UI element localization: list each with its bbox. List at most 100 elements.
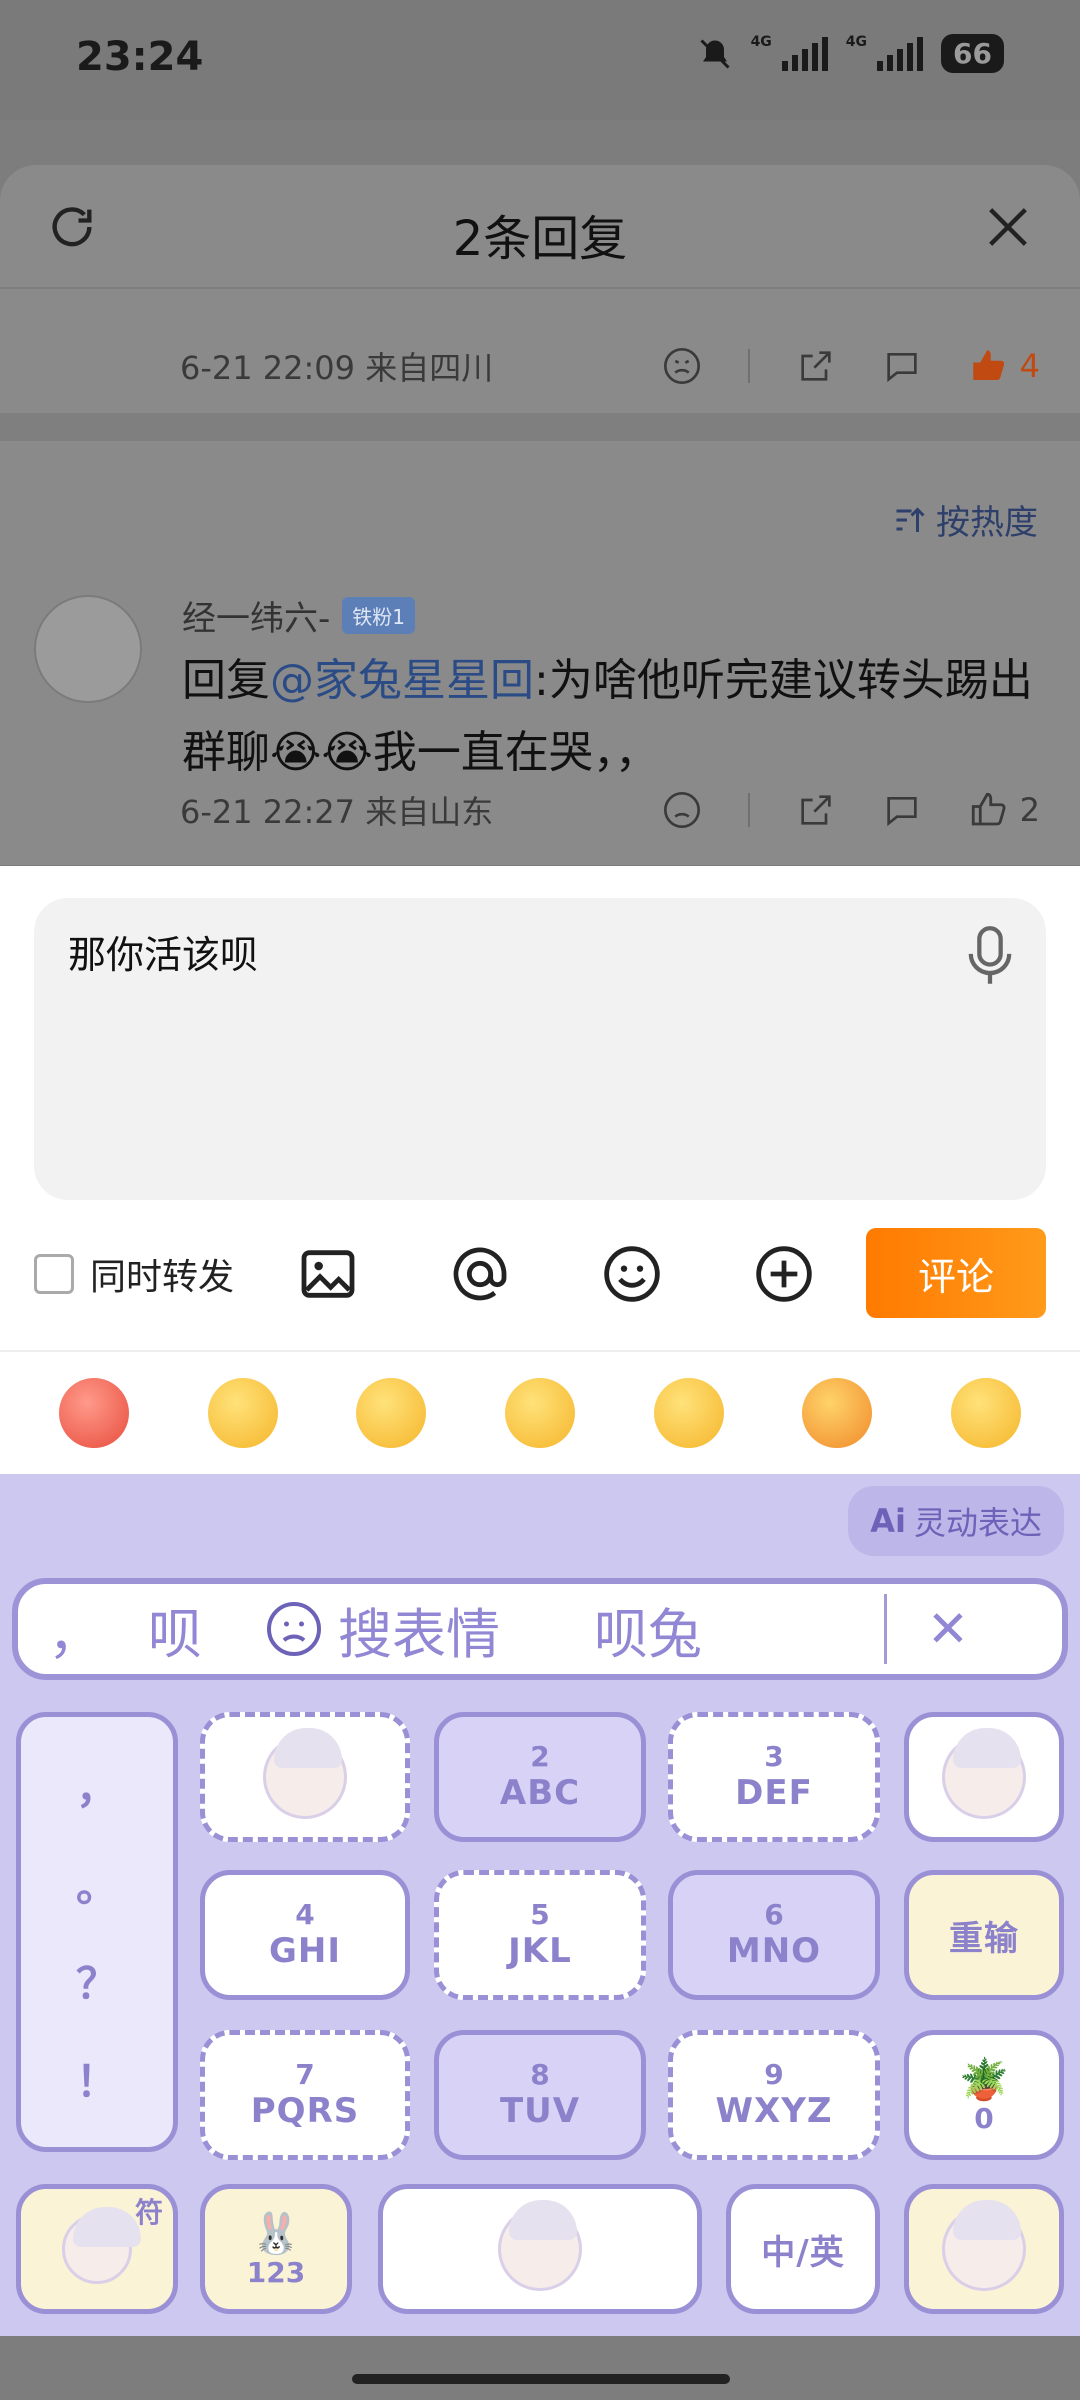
reenter-key[interactable]: 重输 — [904, 1870, 1064, 2000]
home-indicator[interactable] — [352, 2374, 730, 2384]
reply-prefix: 回复 — [182, 655, 270, 706]
comment-input[interactable]: 那你活该呗 — [34, 898, 1046, 1200]
dislike-face-icon[interactable] — [662, 346, 702, 386]
reply-body: 回复@家兔星星回:为啥他听完建议转头踢出群聊😭😭我一直在哭，， — [182, 645, 1042, 789]
sort-icon — [896, 506, 925, 532]
emoji-icon[interactable] — [600, 1242, 664, 1306]
divider — [884, 1594, 887, 1664]
fan-badge: 铁粉1 — [342, 597, 416, 634]
like-count: 4 — [1019, 347, 1040, 385]
recent-emoji-strip — [0, 1350, 1080, 1474]
avatar[interactable] — [34, 595, 142, 703]
comment-icon[interactable] — [882, 346, 922, 386]
love-emoji-icon[interactable] — [802, 1378, 873, 1448]
pleading-emoji-icon[interactable] — [356, 1378, 427, 1448]
share-icon[interactable] — [796, 790, 836, 830]
key-0[interactable]: 🪴 0 — [904, 2030, 1064, 2160]
signal-icon — [781, 36, 828, 71]
mention-link[interactable]: @家兔星星回 — [270, 655, 534, 706]
forward-label: 同时转发 — [90, 1257, 235, 1298]
sheet-header: 2条回复 — [0, 165, 1080, 289]
delete-key[interactable] — [904, 1712, 1064, 1842]
like-button[interactable]: 4 — [968, 345, 1040, 387]
candidate-bar: ， 呗 搜表情 呗兔 ✕ — [12, 1578, 1068, 1680]
candidate-item[interactable]: ， — [48, 1590, 148, 1669]
sad-face-icon — [267, 1602, 321, 1656]
language-toggle-key[interactable]: 中/英 — [726, 2184, 880, 2314]
blush-emoji-icon[interactable] — [504, 1378, 575, 1448]
punct-key[interactable]: ， — [76, 1755, 118, 1816]
close-candidates-icon[interactable]: ✕ — [927, 1600, 969, 1658]
candidate-item[interactable]: 呗 — [148, 1590, 264, 1669]
punctuation-column: ， 。 ？ ！ — [16, 1712, 178, 2152]
key-7[interactable]: 7 PQRS — [200, 2030, 410, 2160]
reply-author[interactable]: 经一纬六- 铁粉1 — [182, 591, 416, 640]
plant-pot-icon: 🪴 — [959, 2056, 1009, 2103]
grin-emoji-icon[interactable] — [207, 1378, 278, 1448]
at-mention-icon[interactable] — [448, 1242, 512, 1306]
symbol-key[interactable]: 符 — [16, 2184, 178, 2314]
candidate-item[interactable]: 呗兔 — [594, 1590, 854, 1669]
punct-key[interactable]: ！ — [76, 2048, 118, 2109]
thumbs-up-icon — [972, 350, 1004, 380]
ai-expression-button[interactable]: Ai 灵动表达 — [848, 1486, 1064, 1556]
reply-meta-text: 6-21 22:27 来自山东 — [180, 793, 494, 831]
battery-icon: 66 — [941, 34, 1004, 73]
ai-icon: Ai — [870, 1502, 906, 1540]
sheet-title: 2条回复 — [452, 211, 628, 267]
comment-composer: 那你活该呗 同时转发 评论 — [0, 866, 1080, 1350]
comment-meta: 6-21 22:09 来自四川 — [180, 349, 494, 387]
reply-meta: 6-21 22:27 来自山东 2 — [180, 787, 1040, 833]
punct-key[interactable]: ？ — [76, 1950, 118, 2011]
cat-boy-sticker-icon — [263, 1728, 347, 1819]
number-key[interactable]: 🐰 123 — [200, 2184, 352, 2314]
key-5[interactable]: 5 JKL — [434, 1870, 646, 2000]
comment-icon[interactable] — [882, 790, 922, 830]
key-9[interactable]: 9 WXYZ — [668, 2030, 880, 2160]
key-3[interactable]: 3 DEF — [668, 1712, 880, 1842]
key-6[interactable]: 6 MNO — [668, 1870, 880, 2000]
share-icon[interactable] — [796, 346, 836, 386]
search-sticker-button[interactable]: 搜表情 — [264, 1590, 594, 1669]
reply-sheet: 2条回复 6-21 22:09 来自四川 4 按热度 经一纬六- 铁粉1 回复@… — [0, 165, 1080, 865]
cat-boy-sticker-icon — [498, 2200, 582, 2291]
like-button[interactable]: 2 — [968, 789, 1040, 831]
key-2[interactable]: 2 ABC — [434, 1712, 646, 1842]
plus-icon[interactable] — [752, 1242, 816, 1306]
cat-boy-sticker-icon — [942, 2200, 1026, 2291]
see-no-evil-emoji-icon[interactable] — [950, 1378, 1021, 1448]
network-label-2: 4G — [845, 33, 868, 50]
sort-by-hot-button[interactable]: 按热度 — [892, 495, 1038, 544]
enter-key[interactable] — [904, 2184, 1064, 2314]
divider — [747, 793, 750, 827]
image-icon[interactable] — [296, 1242, 360, 1306]
microphone-icon[interactable] — [964, 924, 1016, 988]
space-key[interactable] — [378, 2184, 702, 2314]
dislike-face-icon[interactable] — [662, 790, 702, 830]
cat-boy-sticker-icon — [62, 2207, 141, 2284]
comment-input-value[interactable]: 那你活该呗 — [68, 924, 258, 979]
heart-eyes-emoji-icon[interactable] — [59, 1378, 130, 1448]
status-bar: 23:24 4G 4G 66 — [0, 0, 1080, 120]
close-icon[interactable] — [982, 201, 1034, 253]
status-icons: 4G 4G 66 — [697, 34, 1004, 73]
candidate-item: 搜表情 — [338, 1602, 500, 1666]
thumbs-up-icon — [971, 792, 1006, 826]
clock: 23:24 — [76, 34, 204, 80]
mute-bell-icon — [700, 38, 730, 69]
signal-icon-2 — [877, 36, 924, 71]
crying-emoji-icon[interactable] — [653, 1378, 724, 1448]
key-4[interactable]: 4 GHI — [200, 1870, 410, 2000]
submit-comment-button[interactable]: 评论 — [866, 1228, 1046, 1318]
section-divider — [0, 413, 1080, 441]
delete-sticker-icon — [942, 1728, 1026, 1819]
forward-checkbox[interactable] — [34, 1254, 74, 1294]
punct-key[interactable]: 。 — [76, 1853, 118, 1914]
key-1-sticker[interactable] — [200, 1712, 410, 1842]
network-label-1: 4G — [750, 33, 772, 50]
username: 经一纬六- — [182, 599, 331, 639]
key-8[interactable]: 8 TUV — [434, 2030, 646, 2160]
bunny-icon: 🐰 — [251, 2210, 301, 2257]
ime-keyboard: Ai 灵动表达 ， 呗 搜表情 呗兔 ✕ ， 。 ？ ！ 2 ABC 3 DEF 4… — [0, 1474, 1080, 2336]
top-comment-meta: 6-21 22:09 来自四川 4 — [180, 343, 1040, 389]
